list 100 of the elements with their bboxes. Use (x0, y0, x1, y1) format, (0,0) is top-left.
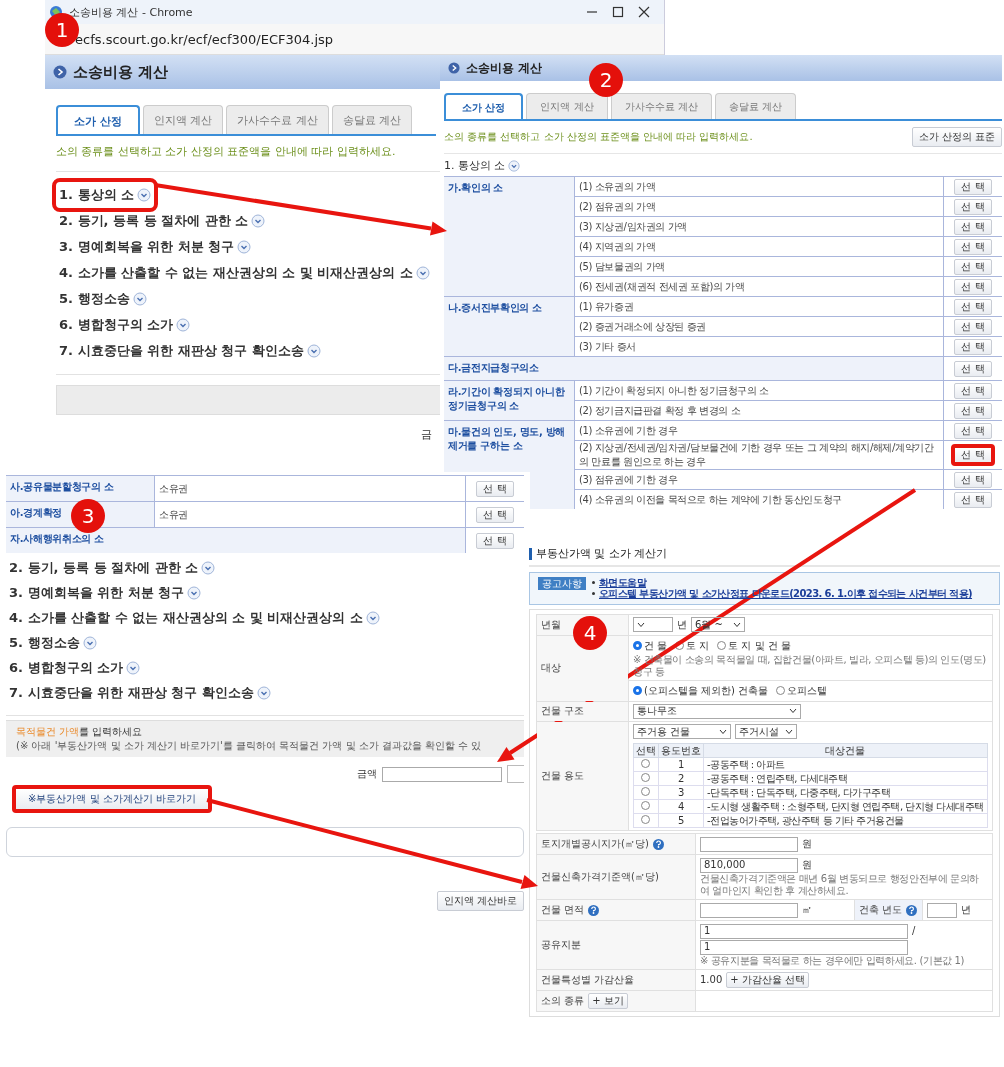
dropdown-icon[interactable] (176, 318, 191, 332)
stamp-fee-button[interactable]: 인지액 계산바로 (436, 891, 524, 911)
tab[interactable]: 소가 산정 (444, 93, 524, 119)
dropdown-icon[interactable] (507, 159, 520, 172)
item-text: (3) 지상권/임차권의 가액 (574, 216, 944, 237)
table-cell: 1 (658, 757, 704, 772)
category-item[interactable]: 4. 소가를 산출할 수 없는 재산권상의 소 및 비재산권상의 소 (6, 605, 383, 630)
help-icon[interactable] (906, 904, 918, 916)
category-item[interactable]: 5. 행정소송 (6, 630, 100, 655)
maximize-icon[interactable] (612, 6, 624, 18)
calculator-title: 부동산가액 및 소가 계산기 (536, 548, 668, 561)
notice-note: (※ 아래 '부동산가액 및 소가 계산기 바로가기'를 클릭하여 목적물건 가액 및 소가 결과값을 확인할 수 있 (16, 739, 483, 753)
dropdown-icon[interactable] (365, 610, 380, 625)
year-select[interactable] (632, 617, 673, 633)
select-button[interactable]: 선 택 (954, 218, 992, 235)
category-item[interactable]: 3. 명예회복을 위한 처분 청구 (56, 234, 255, 260)
dropdown-icon[interactable] (256, 685, 271, 700)
category-item[interactable]: 5. 행정소송 (56, 286, 150, 312)
notice-badge: 공고사항 (538, 576, 586, 591)
column-header: 대상건물 (703, 743, 988, 758)
category-select[interactable]: 주거용 건물 (632, 724, 731, 740)
select-button[interactable]: 선 택 (954, 258, 992, 275)
category-item[interactable]: 6. 병합청구의 소가 (56, 312, 194, 338)
select-button[interactable]: 선 택 (954, 238, 992, 255)
tab[interactable]: 가사수수료 계산 (610, 93, 712, 119)
standard-button[interactable]: 소가 산정의 표준 (911, 127, 1002, 147)
amount-field[interactable] (382, 766, 502, 782)
category-item[interactable]: 7. 시효중단을 위한 재판상 청구 확인소송 (6, 680, 274, 705)
notice-link[interactable]: 화면도움말 (599, 576, 646, 589)
category-item[interactable]: 2. 등기, 등록 등 절차에 관한 소 (6, 555, 219, 580)
radio-button[interactable] (641, 800, 651, 810)
subcategory-select[interactable]: 주거시설 (734, 724, 797, 740)
bullet-dot (592, 592, 595, 596)
select-button[interactable]: 선 택 (954, 318, 992, 335)
radio-option[interactable]: 오피스텔 (776, 684, 828, 697)
rate-select-button[interactable]: + 가감산율 선택 (726, 972, 809, 989)
table-cell: 4 (658, 799, 704, 814)
dropdown-icon[interactable] (237, 240, 252, 254)
dropdown-icon[interactable] (251, 214, 266, 228)
dropdown-icon[interactable] (126, 660, 141, 675)
radio-option[interactable]: 토 지 및 건 물 (717, 639, 791, 652)
select-button[interactable]: 선 택 (954, 360, 992, 377)
radio-option[interactable]: (오피스텔을 제외한) 건축물 (632, 684, 769, 697)
dropdown-icon[interactable] (187, 585, 202, 600)
radio-option[interactable]: 건 물 (632, 639, 668, 652)
dropdown-icon[interactable] (82, 635, 97, 650)
tab[interactable]: 소가 산정 (56, 105, 140, 134)
select-button[interactable]: 선 택 (954, 278, 992, 295)
category-item[interactable]: 2. 등기, 등록 등 절차에 관한 소 (56, 208, 269, 234)
category-item[interactable]: 6. 병합청구의 소가 (6, 655, 144, 680)
select-button[interactable]: 선 택 (954, 178, 992, 195)
radio-button[interactable] (641, 772, 651, 782)
dropdown-icon[interactable] (201, 560, 216, 575)
help-icon[interactable] (652, 838, 664, 850)
select-button[interactable]: 선 택 (954, 402, 992, 419)
select-button[interactable]: 선 택 (954, 422, 992, 439)
select-button[interactable]: 선 택 (954, 491, 992, 508)
select-button[interactable]: 선 택 (954, 198, 992, 215)
tab[interactable]: 송달료 계산 (331, 105, 413, 134)
dropdown-icon[interactable] (132, 292, 147, 306)
select-button[interactable]: 선 택 (954, 338, 992, 355)
select-button[interactable]: 선 택 (951, 444, 995, 466)
select-button[interactable]: 선 택 (954, 298, 992, 315)
radio-button[interactable] (641, 758, 651, 768)
group-label: 가.확인의 소 (444, 176, 575, 297)
tab[interactable]: 인지액 계산 (142, 105, 224, 134)
input-button[interactable] (507, 765, 524, 783)
structure-select[interactable]: 통나무조 (632, 703, 801, 719)
category-item[interactable]: 3. 명예회복을 위한 처분 청구 (6, 580, 205, 605)
item-text: (3) 점유권에 기한 경우 (574, 469, 944, 490)
building-price-field[interactable]: 810,000 (700, 857, 798, 873)
field-label: 건물신축가격기준액(㎡당) (536, 854, 696, 900)
dropdown-icon[interactable] (306, 344, 321, 358)
share-field[interactable]: 1 (700, 923, 908, 939)
help-icon[interactable] (588, 904, 600, 916)
dropdown-icon[interactable] (137, 188, 152, 202)
close-icon[interactable] (638, 6, 650, 18)
year-field[interactable] (927, 902, 958, 918)
tab[interactable]: 가사수수료 계산 (226, 105, 329, 134)
tab[interactable]: 인지액 계산 (526, 93, 608, 119)
area-field[interactable] (700, 902, 798, 918)
select-button[interactable]: 선 택 (476, 480, 514, 497)
dropdown-icon[interactable] (415, 266, 430, 280)
tab[interactable]: 송달료 계산 (714, 93, 797, 119)
select-button[interactable]: 선 택 (954, 382, 992, 399)
land-price-field[interactable] (700, 836, 798, 852)
category-item[interactable]: 4. 소가를 산출할 수 없는 재산권상의 소 및 비재산권상의 소 (56, 260, 433, 286)
field-label: 건축 년도 (859, 904, 903, 916)
radio-button[interactable] (641, 814, 651, 824)
unit-label: 원 (802, 838, 812, 850)
category-item[interactable]: 7. 시효중단을 위한 재판상 청구 확인소송 (56, 338, 324, 364)
calculator-link-button[interactable]: ※부동산가액 및 소가계산기 바로가기 (12, 785, 212, 813)
view-button[interactable]: + 보기 (588, 993, 628, 1010)
select-button[interactable]: 선 택 (954, 471, 992, 488)
radio-option[interactable]: 토 지 (675, 639, 710, 652)
radio-button[interactable] (641, 786, 651, 796)
select-button[interactable]: 선 택 (476, 532, 514, 549)
share-field[interactable]: 1 (700, 939, 908, 955)
category-item[interactable]: 1. 통상의 소 (56, 182, 155, 208)
select-button[interactable]: 선 택 (476, 506, 514, 523)
